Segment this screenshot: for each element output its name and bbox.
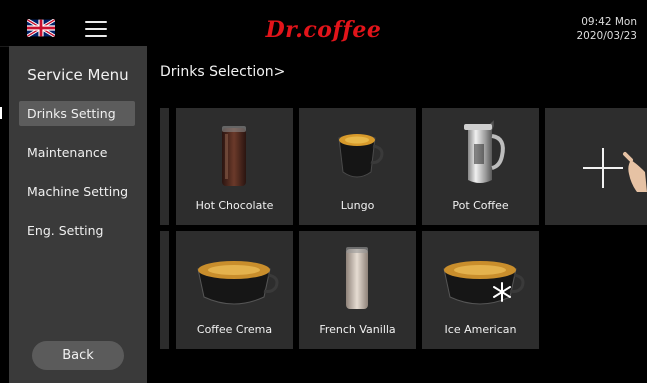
drink-tile-pot-coffee[interactable]: Pot Coffee	[422, 108, 539, 225]
french-vanilla-glass-icon	[299, 239, 416, 313]
add-drink-tile[interactable]	[545, 108, 647, 225]
brand-logo: Dr.coffee	[265, 17, 382, 43]
clock-time: 09:42 Mon	[581, 16, 637, 28]
drink-tile-ice-american[interactable]: Ice American	[422, 231, 539, 349]
clock-date: 2020/03/23	[576, 30, 637, 42]
row-scroll-strip[interactable]	[160, 108, 169, 225]
breadcrumb: Drinks Selection>	[160, 64, 286, 80]
coffee-machine-screen: Dr.coffee 09:42 Mon 2020/03/23 Service M…	[0, 0, 647, 383]
sidebar-item-drinks-setting[interactable]: Drinks Setting	[19, 101, 135, 126]
clock: 09:42 Mon 2020/03/23	[576, 15, 637, 43]
sidebar-item-machine-setting[interactable]: Machine Setting	[19, 179, 135, 204]
drink-label: Hot Chocolate	[195, 199, 274, 212]
back-button[interactable]: Back	[32, 341, 124, 370]
drink-tile-french-vanilla[interactable]: French Vanilla	[299, 231, 416, 349]
sidebar-item-maintenance[interactable]: Maintenance	[19, 140, 135, 165]
active-item-marker	[0, 107, 2, 119]
drink-label: Coffee Crema	[196, 323, 273, 336]
coffee-pot-icon	[422, 116, 539, 190]
drink-tile-hot-chocolate[interactable]: Hot Chocolate	[176, 108, 293, 225]
sidebar-title: Service Menu	[27, 66, 129, 84]
hot-chocolate-glass-icon	[176, 116, 293, 190]
drink-label: French Vanilla	[319, 323, 396, 336]
drink-tile-coffee-crema[interactable]: Coffee Crema	[176, 231, 293, 349]
ice-american-cup-icon	[422, 239, 539, 313]
drink-label: Ice American	[444, 323, 517, 336]
drink-tile-lungo[interactable]: Lungo	[299, 108, 416, 225]
add-drink-plus-icon	[545, 108, 647, 225]
row-scroll-strip[interactable]	[160, 231, 169, 349]
top-bar: Dr.coffee 09:42 Mon 2020/03/23	[0, 0, 647, 47]
main-content: Drinks Selection> Hot Chocolate Lungo Po…	[147, 46, 647, 383]
sidebar: Service Menu Drinks Setting Maintenance …	[9, 46, 147, 383]
sidebar-item-eng-setting[interactable]: Eng. Setting	[19, 218, 135, 243]
coffee-crema-cup-icon	[176, 239, 293, 313]
drink-label: Lungo	[340, 199, 375, 212]
lungo-cup-icon	[299, 116, 416, 190]
drink-label: Pot Coffee	[452, 199, 509, 212]
